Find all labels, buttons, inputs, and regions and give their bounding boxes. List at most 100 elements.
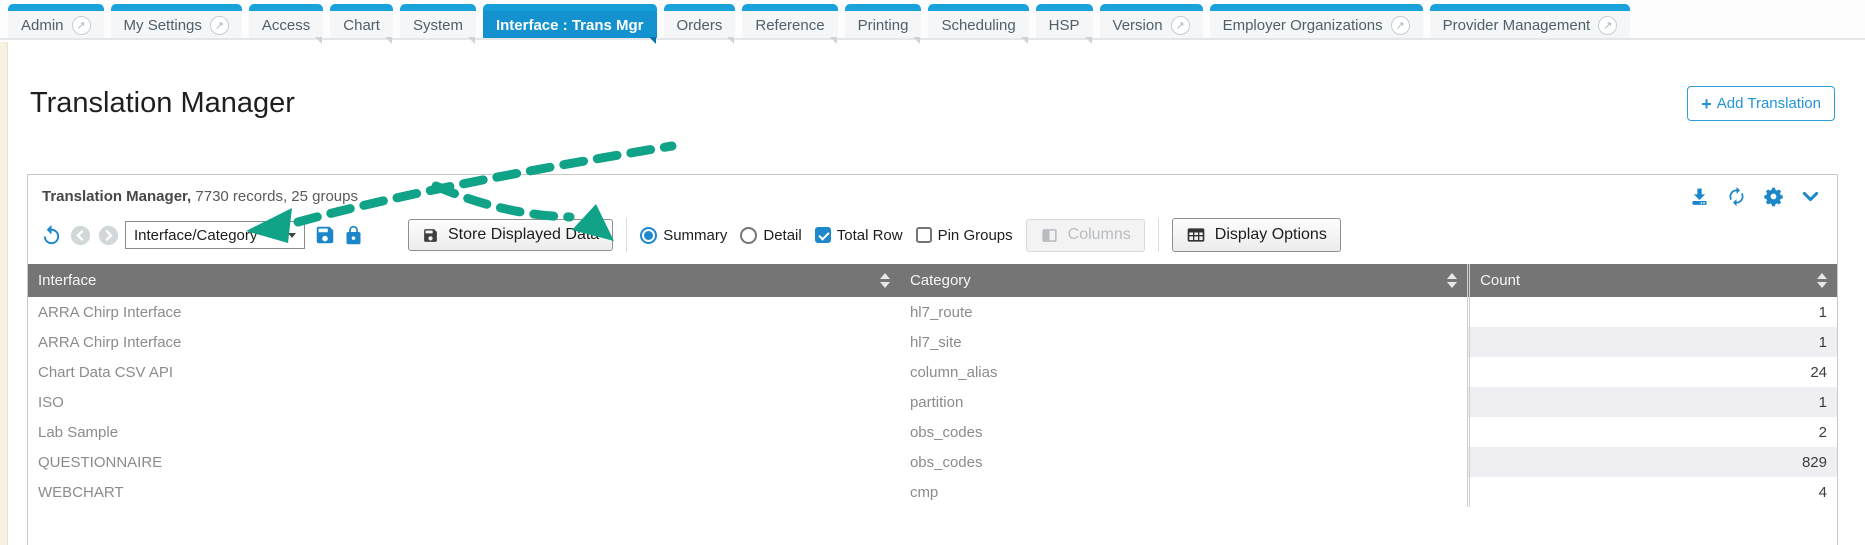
- table-row[interactable]: ISO partition 1: [28, 387, 1837, 417]
- column-label: Category: [910, 272, 971, 289]
- tab-label: Chart: [343, 17, 380, 34]
- tab-chart[interactable]: Chart ↗: [330, 4, 393, 38]
- tab-orders[interactable]: Orders ↗: [664, 4, 736, 38]
- save-icon: [422, 227, 439, 244]
- columns-button: Columns: [1026, 219, 1145, 252]
- tab-reference[interactable]: Reference ↗: [742, 4, 837, 38]
- cell-count: 1: [1467, 387, 1837, 417]
- chevron-down-icon[interactable]: [1800, 186, 1821, 207]
- summary-radio[interactable]: [640, 227, 657, 244]
- tab-label: Interface : Trans Mgr: [496, 17, 644, 34]
- nav-forward-icon[interactable]: [98, 225, 119, 246]
- tab-access[interactable]: Access ↗: [249, 4, 323, 38]
- display-options-label: Display Options: [1215, 226, 1327, 244]
- external-link-icon: ↗: [210, 16, 229, 35]
- add-translation-button[interactable]: + Add Translation: [1687, 86, 1835, 121]
- external-link-icon: ↗: [1598, 16, 1617, 35]
- table-row[interactable]: Lab Sample obs_codes 2: [28, 417, 1837, 447]
- caret-down-icon: [288, 233, 296, 238]
- tab-my-settings[interactable]: My Settings ↗: [111, 4, 242, 38]
- tab-label: Provider Management: [1443, 17, 1591, 34]
- total-row-option[interactable]: Total Row: [815, 227, 903, 244]
- gear-icon[interactable]: [1763, 186, 1784, 207]
- tab-admin[interactable]: Admin ↗: [8, 4, 104, 38]
- tab-interface-trans-mgr[interactable]: Interface : Trans Mgr ↗: [483, 4, 657, 38]
- table-row[interactable]: QUESTIONNAIRE obs_codes 829: [28, 447, 1837, 477]
- column-header-interface[interactable]: Interface: [28, 264, 900, 297]
- tab-system[interactable]: System ↗: [400, 4, 476, 38]
- tab-label: Reference: [755, 17, 824, 34]
- tab-menu-notch-icon: [830, 37, 837, 44]
- display-options-button[interactable]: Display Options: [1172, 218, 1341, 252]
- add-translation-label: Add Translation: [1717, 95, 1821, 112]
- table-row[interactable]: ARRA Chirp Interface hl7_route 1: [28, 297, 1837, 327]
- page-title: Translation Manager: [30, 87, 295, 120]
- page-left-margin: [0, 42, 8, 545]
- tab-label: System: [413, 17, 463, 34]
- tab-provider-management[interactable]: Provider Management ↗: [1430, 4, 1631, 38]
- tab-label: Employer Organizations: [1223, 17, 1383, 34]
- nav-back-icon[interactable]: [70, 225, 91, 246]
- lock-icon[interactable]: [343, 225, 364, 246]
- tab-menu-notch-icon: [1085, 37, 1092, 44]
- detail-radio[interactable]: [740, 227, 757, 244]
- undo-icon[interactable]: [40, 224, 63, 247]
- record-summary: Translation Manager, 7730 records, 25 gr…: [42, 188, 358, 205]
- toolbar-separator: [1158, 218, 1159, 252]
- cell-category: column_alias: [900, 357, 1467, 387]
- tab-label: Printing: [858, 17, 909, 34]
- refresh-icon[interactable]: [1726, 186, 1747, 207]
- summary-radio-label: Summary: [663, 227, 727, 244]
- column-header-category[interactable]: Category: [900, 264, 1467, 297]
- columns-label: Columns: [1068, 226, 1131, 244]
- summary-radio-option[interactable]: Summary: [640, 227, 727, 244]
- download-icon[interactable]: [1689, 186, 1710, 207]
- table-row[interactable]: WEBCHART cmp 4: [28, 477, 1837, 507]
- toolbar-separator: [626, 218, 627, 252]
- tab-scheduling[interactable]: Scheduling ↗: [928, 4, 1028, 38]
- detail-radio-option[interactable]: Detail: [740, 227, 801, 244]
- tab-menu-notch-icon: [315, 37, 322, 44]
- plus-icon: +: [1701, 97, 1712, 111]
- external-link-icon: ↗: [1171, 16, 1190, 35]
- save-view-icon[interactable]: [314, 224, 336, 246]
- pin-groups-checkbox[interactable]: [916, 227, 932, 243]
- external-link-icon: ↗: [72, 16, 91, 35]
- total-row-checkbox[interactable]: [815, 227, 831, 243]
- tab-employer-organizations[interactable]: Employer Organizations ↗: [1210, 4, 1423, 38]
- cell-category: partition: [900, 387, 1467, 417]
- view-select[interactable]: Interface/Category: [125, 221, 305, 249]
- tab-label: Admin: [21, 17, 64, 34]
- pin-groups-option[interactable]: Pin Groups: [916, 227, 1013, 244]
- column-header-count[interactable]: Count: [1467, 264, 1837, 297]
- column-label: Interface: [38, 272, 96, 289]
- cell-count: 4: [1467, 477, 1837, 507]
- cell-interface: WEBCHART: [28, 477, 900, 507]
- tab-label: Version: [1113, 17, 1163, 34]
- table-row[interactable]: ARRA Chirp Interface hl7_site 1: [28, 327, 1837, 357]
- cell-category: hl7_site: [900, 327, 1467, 357]
- detail-radio-label: Detail: [763, 227, 801, 244]
- tab-bar: Admin ↗ My Settings ↗ Access ↗ Chart ↗ S…: [0, 0, 1865, 40]
- cell-interface: Lab Sample: [28, 417, 900, 447]
- columns-icon: [1040, 226, 1059, 245]
- cell-interface: ARRA Chirp Interface: [28, 297, 900, 327]
- cell-count: 829: [1467, 447, 1837, 477]
- record-summary-counts: 7730 records, 25 groups: [191, 188, 358, 205]
- tab-printing[interactable]: Printing ↗: [845, 4, 922, 38]
- table-row[interactable]: Chart Data CSV API column_alias 24: [28, 357, 1837, 387]
- table-header: Interface Category Count: [28, 264, 1837, 297]
- tab-menu-notch-icon: [649, 37, 656, 44]
- tab-label: HSP: [1049, 17, 1080, 34]
- tab-menu-notch-icon: [1021, 37, 1028, 44]
- pin-groups-label: Pin Groups: [938, 227, 1013, 244]
- tab-version[interactable]: Version ↗: [1100, 4, 1203, 38]
- cell-count: 1: [1467, 327, 1837, 357]
- store-displayed-data-button[interactable]: Store Displayed Data: [408, 219, 613, 251]
- tab-label: Scheduling: [941, 17, 1015, 34]
- sort-icon: [880, 273, 890, 288]
- tab-hsp[interactable]: HSP ↗: [1036, 4, 1093, 38]
- cell-interface: ISO: [28, 387, 900, 417]
- translation-manager-panel: Translation Manager, 7730 records, 25 gr…: [27, 174, 1838, 545]
- panel-header: Translation Manager, 7730 records, 25 gr…: [28, 175, 1837, 211]
